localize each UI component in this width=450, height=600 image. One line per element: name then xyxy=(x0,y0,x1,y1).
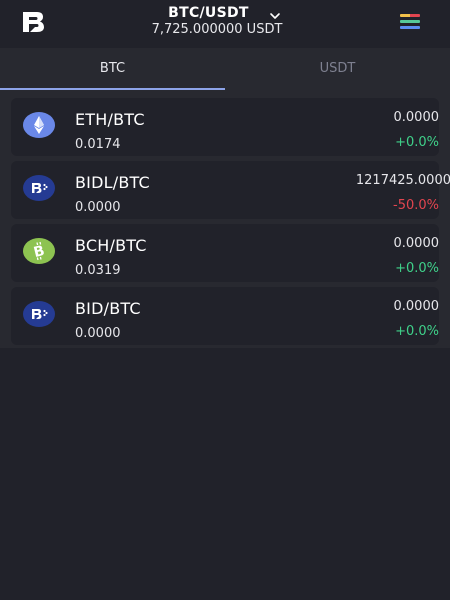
tab-usdt[interactable]: USDT xyxy=(225,48,450,90)
pair-row-bch-btc[interactable]: B BCH/BTC 0.0319 0.0000 +0.0% xyxy=(11,224,439,282)
pair-change: +0.0% xyxy=(395,324,439,339)
pair-volume: 0.0000 xyxy=(75,326,121,341)
pair-name: BCH/BTC xyxy=(75,236,147,255)
pair-list: ETH/BTC 0.0174 0.0000 +0.0% BIDL/BTC 0.0… xyxy=(0,90,450,348)
menu-line xyxy=(400,20,420,23)
menu-line xyxy=(400,26,420,29)
bitcoin-cash-icon: B xyxy=(23,238,55,264)
pair-volume: 0.0174 xyxy=(75,137,121,152)
pair-last-price: 0.0000 xyxy=(393,110,440,125)
pair-row-eth-btc[interactable]: ETH/BTC 0.0174 0.0000 +0.0% xyxy=(11,98,439,156)
quote-tabs: BTC USDT xyxy=(0,48,450,90)
pair-last-price: 0.0000 xyxy=(393,236,440,251)
pair-change: -50.0% xyxy=(393,198,439,213)
pair-name: BID/BTC xyxy=(75,299,141,318)
pair-change: +0.0% xyxy=(395,261,439,276)
menu-icon[interactable] xyxy=(398,12,422,32)
tab-btc[interactable]: BTC xyxy=(0,48,225,90)
pair-name: BIDL/BTC xyxy=(75,173,150,192)
pair-row-bid-btc[interactable]: BID/BTC 0.0000 0.0000 +0.0% xyxy=(11,287,439,345)
pair-row-bidl-btc[interactable]: BIDL/BTC 0.0000 1217425.0000 -50.0% xyxy=(11,161,450,219)
bidesk-icon xyxy=(23,175,55,201)
pair-change: +0.0% xyxy=(395,135,439,150)
top-bar: BTC/USDT 7,725.000000 USDT xyxy=(0,0,450,44)
ethereum-icon xyxy=(23,112,55,138)
pair-volume: 0.0319 xyxy=(75,263,121,278)
pair-title: BTC/USDT xyxy=(168,5,249,21)
pair-volume: 0.0000 xyxy=(75,200,121,215)
pair-last-price: 1217425.0000 xyxy=(355,173,450,188)
pair-selector[interactable]: BTC/USDT xyxy=(0,4,450,21)
bidesk-icon xyxy=(23,301,55,327)
pair-name: ETH/BTC xyxy=(75,110,145,129)
chevron-down-icon xyxy=(268,8,282,19)
pair-last-price: 0.0000 xyxy=(393,299,440,314)
pair-price: 7,725.000000 USDT xyxy=(151,22,283,37)
menu-line xyxy=(400,14,420,17)
